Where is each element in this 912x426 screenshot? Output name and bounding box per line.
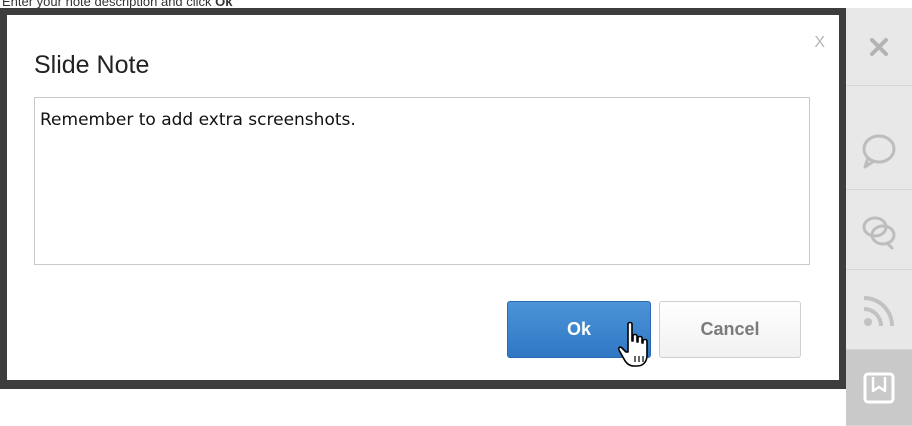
sidebar-rss-button[interactable] bbox=[846, 272, 912, 350]
instruction-caption: Enter your note description and click Ok bbox=[2, 0, 233, 8]
cancel-button[interactable]: Cancel bbox=[659, 301, 801, 358]
hand-pointer-cursor-icon bbox=[617, 321, 648, 367]
slide-note-dialog-frame: Slide Note X Remember to add extra scree… bbox=[0, 8, 846, 389]
sidebar-comments-button[interactable] bbox=[846, 192, 912, 270]
comment-icon bbox=[862, 134, 896, 168]
sidebar-comment-button[interactable] bbox=[846, 112, 912, 190]
slide-note-dialog: Slide Note X Remember to add extra scree… bbox=[7, 15, 839, 380]
sidebar-close-button[interactable] bbox=[846, 8, 912, 86]
side-toolbar bbox=[846, 8, 912, 426]
dialog-title: Slide Note bbox=[34, 51, 150, 79]
rss-icon bbox=[863, 295, 894, 326]
bookmark-icon bbox=[863, 372, 895, 403]
close-icon bbox=[870, 37, 888, 56]
comments-icon bbox=[862, 216, 896, 249]
dialog-close-button[interactable]: X bbox=[814, 35, 825, 51]
sidebar-bookmark-button[interactable] bbox=[846, 350, 912, 426]
note-description-input[interactable]: Remember to add extra screenshots. bbox=[34, 97, 810, 265]
